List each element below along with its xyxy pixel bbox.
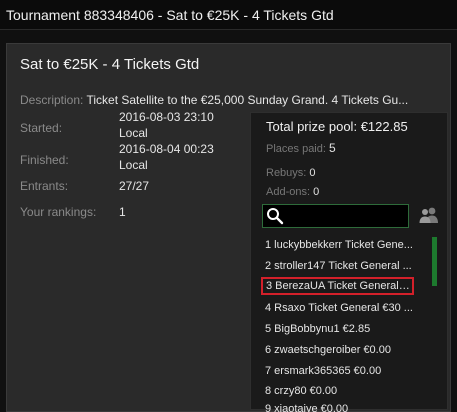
ranking-item-selected[interactable]: 3 BerezaUA Ticket General €...	[261, 277, 414, 295]
players-icon[interactable]	[418, 205, 440, 225]
finished-value-date: 2016-08-04 00:23	[119, 142, 214, 156]
places-paid: Places paid: 5	[266, 141, 336, 155]
started-value-date: 2016-08-03 23:10	[119, 110, 214, 124]
ranking-item[interactable]: 4 Rsaxo Ticket General €30 ...	[265, 299, 425, 317]
started-value-zone: Local	[119, 126, 148, 140]
ranking-item[interactable]: 8 crzy80 €0.00	[265, 382, 425, 400]
title-bar: Tournament 883348406 - Sat to €25K - 4 T…	[0, 0, 457, 30]
rankings-label: Your rankings:	[20, 205, 97, 219]
rebuys: Rebuys: 0	[266, 167, 316, 179]
entrants-value: 27/27	[119, 179, 150, 193]
places-paid-label: Places paid:	[266, 143, 326, 155]
started-label: Started:	[20, 121, 63, 135]
rebuys-value: 0	[309, 167, 316, 179]
player-search-field[interactable]	[262, 204, 409, 228]
ranking-item[interactable]: 9 xiaotaiye €0.00	[265, 400, 425, 412]
description-value: Ticket Satellite to the €25,000 Sunday G…	[86, 93, 409, 107]
ranking-item[interactable]: 5 BigBobbynu1 €2.85	[265, 320, 425, 338]
ranking-item[interactable]: 7 ersmark365365 €0.00	[265, 362, 425, 380]
search-icon	[267, 208, 284, 225]
ranking-item[interactable]: 6 zwaetschgeroiber €0.00	[265, 341, 425, 359]
panel-title: Sat to €25K - 4 Tickets Gtd	[20, 56, 200, 73]
rebuys-label: Rebuys:	[266, 167, 307, 179]
rankings-scrollbar[interactable]	[432, 237, 437, 286]
places-paid-value: 5	[329, 141, 336, 155]
ranking-item[interactable]: 2 stroller147 Ticket General ...	[265, 257, 425, 275]
prize-box: Total prize pool: €122.85 Places paid: 5…	[250, 112, 448, 412]
prize-pool-value: €122.85	[360, 119, 408, 134]
prize-pool-label: Total prize pool:	[266, 119, 358, 134]
prize-pool: Total prize pool: €122.85	[266, 119, 408, 134]
addons: Add-ons: 0	[266, 186, 319, 198]
entrants-label: Entrants:	[20, 179, 69, 193]
finished-value-zone: Local	[119, 158, 148, 172]
ranking-item[interactable]: 1 luckybbekkerr Ticket Gene...	[265, 236, 425, 254]
finished-label: Finished:	[20, 153, 69, 167]
rankings-value: 1	[119, 205, 126, 219]
addons-label: Add-ons:	[266, 186, 311, 198]
tournament-panel: Sat to €25K - 4 Tickets Gtd Description:…	[6, 43, 451, 412]
window-title: Tournament 883348406 - Sat to €25K - 4 T…	[6, 7, 334, 23]
description-row: Description: Ticket Satellite to the €25…	[20, 93, 447, 107]
description-label: Description:	[20, 93, 84, 107]
addons-value: 0	[313, 186, 320, 198]
